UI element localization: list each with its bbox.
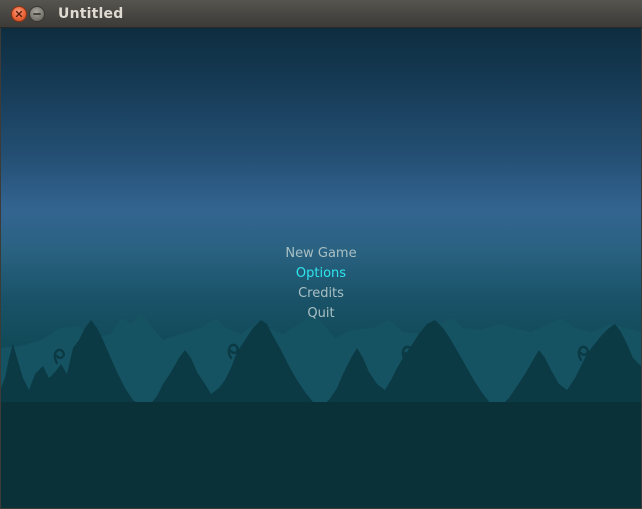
main-menu: New Game Options Credits Quit: [1, 244, 641, 324]
menu-item-new-game[interactable]: New Game: [1, 244, 641, 264]
close-icon: [15, 10, 23, 18]
menu-item-quit[interactable]: Quit: [1, 304, 641, 324]
minimize-button[interactable]: [29, 6, 45, 22]
ground: [1, 402, 641, 508]
window-titlebar[interactable]: Untitled: [0, 0, 642, 28]
minimize-icon: [33, 13, 41, 15]
close-button[interactable]: [11, 6, 27, 22]
menu-item-options[interactable]: Options: [1, 264, 641, 284]
window-title: Untitled: [58, 6, 124, 22]
app-window: Untitled New Game Options Credits Quit: [0, 0, 642, 509]
game-viewport[interactable]: New Game Options Credits Quit: [1, 28, 641, 508]
menu-item-credits[interactable]: Credits: [1, 284, 641, 304]
